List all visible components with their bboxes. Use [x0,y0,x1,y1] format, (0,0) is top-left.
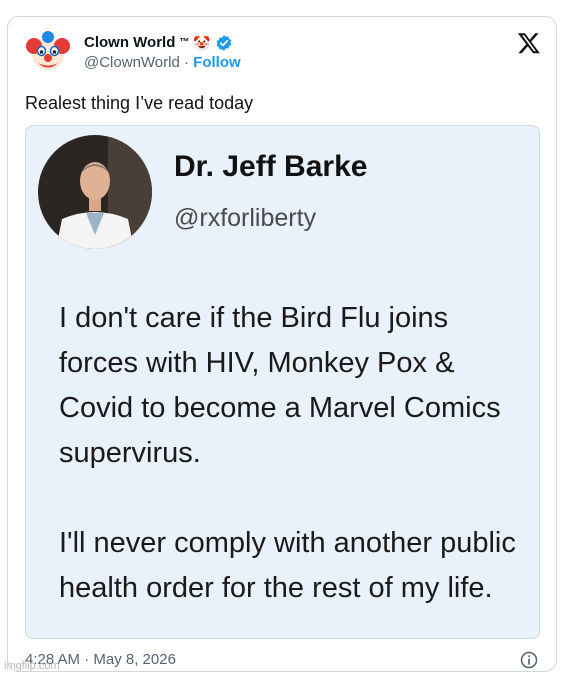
clown-avatar-icon[interactable] [25,30,71,76]
imgflip-watermark: imgflip.com [4,660,60,672]
tweet-text: Realest thing I’ve read today [25,93,254,113]
author-block: Clown World ™ 🤡 @ClownWorld · Follow [84,34,241,72]
embedded-author-name: Dr. Jeff Barke [174,150,368,183]
embedded-author-handle: @rxforliberty [174,204,317,232]
trademark-symbol: ™ [179,37,190,48]
embedded-paragraph: I'll never comply with another public he… [59,527,516,604]
embedded-post-body: I don't care if the Bird Flu joins force… [59,296,529,611]
x-logo-icon[interactable] [517,31,541,55]
tweet-card: Clown World ™ 🤡 @ClownWorld · Follow Rea… [7,16,557,672]
embedded-image[interactable]: Dr. Jeff Barke @rxforliberty I don't car… [25,125,540,639]
embedded-paragraph: I don't care if the Bird Flu joins force… [59,302,501,469]
author-handle[interactable]: @ClownWorld [84,54,180,71]
clown-emoji: 🤡 [193,34,211,51]
profile-photo [38,135,152,249]
author-name-row: Clown World ™ 🤡 [84,34,241,52]
verified-badge-icon [216,35,232,51]
handle-separator: · [183,54,189,71]
follow-button[interactable]: Follow [193,54,241,71]
info-icon[interactable] [519,650,539,670]
author-name[interactable]: Clown World [84,34,175,52]
author-handle-row: @ClownWorld · Follow [84,54,241,72]
